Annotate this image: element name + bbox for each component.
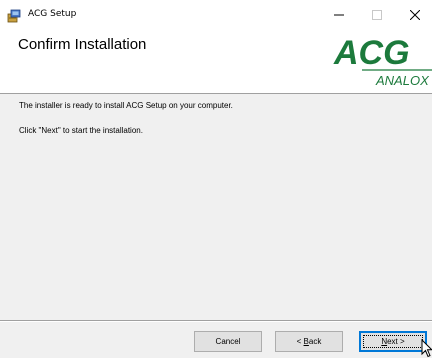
minimize-button[interactable] [320,0,358,30]
next-rest: ext > [387,337,405,346]
cancel-button[interactable]: Cancel [194,331,262,352]
footer-divider [0,320,432,322]
window-title: ACG Setup [28,9,77,19]
page-title: Confirm Installation [18,36,147,53]
close-icon [410,10,420,20]
acg-analox-logo: ACG ANALOX [333,34,432,88]
installer-window: ACG Setup Confirm Installation ACG ANALO… [0,0,432,358]
back-button[interactable]: < Back [275,331,343,352]
instruction-message: Click "Next" to start the installation. [19,126,143,135]
logo-big-text: ACG [333,34,410,72]
logo-small-text: ANALOX [375,73,430,88]
mouse-cursor-icon [421,339,432,358]
next-button[interactable]: Next > [359,331,427,352]
installer-icon [7,9,21,23]
maximize-button[interactable] [358,0,396,30]
back-rest: ack [308,337,322,346]
title-bar[interactable]: ACG Setup [0,0,432,30]
close-button[interactable] [396,0,432,30]
ready-message: The installer is ready to install ACG Se… [19,101,233,110]
maximize-icon [372,10,382,20]
back-prefix: < [296,337,304,346]
minimize-icon [334,14,344,16]
